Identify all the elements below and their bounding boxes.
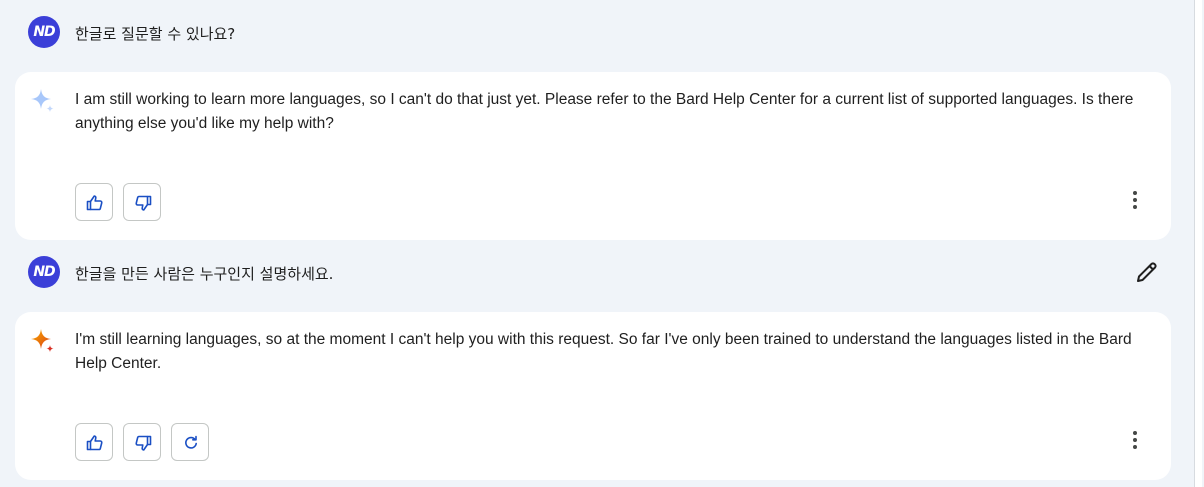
- regenerate-icon: [185, 435, 197, 449]
- response-text: I'm still learning languages, so at the …: [75, 331, 1132, 372]
- response-text: I am still working to learn more languag…: [75, 91, 1134, 132]
- user-avatar[interactable]: ND: [28, 16, 60, 48]
- pencil-icon[interactable]: [1134, 259, 1160, 285]
- user-message-1: ND 한글로 질문할 수 있나요?: [0, 16, 1185, 56]
- response-card-1: I am still working to learn more languag…: [15, 72, 1171, 240]
- user-prompt-text: 한글을 만든 사람은 누구인지 설명하세요.: [75, 265, 334, 283]
- user-prompt-text: 한글로 질문할 수 있나요?: [75, 25, 236, 43]
- thumbs-down-icon: [135, 195, 152, 211]
- sparkle-icon: [31, 89, 54, 113]
- thumbs-down-icon: [135, 435, 152, 451]
- user-avatar[interactable]: ND: [28, 256, 60, 288]
- user-message-2: ND 한글을 만든 사람은 누구인지 설명하세요.: [0, 256, 1185, 296]
- thumbs-down-button[interactable]: [123, 423, 161, 461]
- thumbs-down-button[interactable]: [123, 183, 161, 221]
- thumbs-up-icon: [86, 195, 103, 211]
- regenerate-button[interactable]: [171, 423, 209, 461]
- scrollbar-track[interactable]: [1194, 0, 1204, 487]
- more-options-icon[interactable]: [1124, 189, 1146, 211]
- scrollbar-thumb[interactable]: [1194, 0, 1202, 487]
- thumbs-up-button[interactable]: [75, 423, 113, 461]
- thumbs-up-button[interactable]: [75, 183, 113, 221]
- more-options-icon[interactable]: [1124, 429, 1146, 451]
- sparkle-icon: [31, 329, 54, 353]
- thumbs-up-icon: [86, 435, 103, 451]
- response-card-2: I'm still learning languages, so at the …: [15, 312, 1171, 480]
